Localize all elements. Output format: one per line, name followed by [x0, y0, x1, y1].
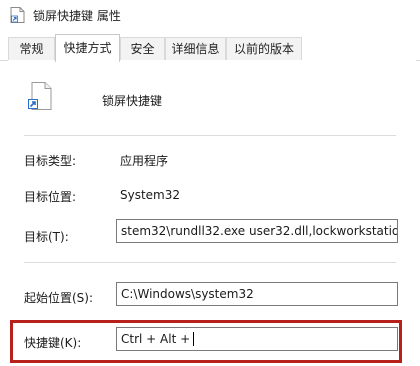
hotkey-highlight-box [10, 320, 402, 363]
start-in-input[interactable]: C:\Windows\system32 [116, 282, 398, 306]
separator [24, 135, 396, 136]
separator [24, 262, 396, 263]
shortcut-file-icon [10, 7, 25, 23]
tab-security[interactable]: 安全 [120, 37, 165, 61]
target-label: 目标(T): [24, 230, 69, 244]
target-location-value: System32 [120, 188, 181, 202]
properties-window: 锁屏快捷键 属性 常规 快捷方式 安全 详细信息 以前的版本 锁屏快捷键 目标类… [0, 0, 420, 366]
title-bar: 锁屏快捷键 属性 [0, 0, 420, 30]
target-input-value: stem32\rundll32.exe user32.dll,lockworks… [121, 224, 398, 238]
tab-shortcut[interactable]: 快捷方式 [55, 34, 120, 62]
target-location-label: 目标位置: [24, 190, 77, 204]
shortcut-name: 锁屏快捷键 [102, 94, 163, 108]
tab-details[interactable]: 详细信息 [165, 37, 226, 61]
target-input[interactable]: stem32\rundll32.exe user32.dll,lockworks… [116, 219, 398, 243]
start-in-input-value: C:\Windows\system32 [121, 287, 254, 301]
shortcut-file-icon-large [28, 82, 52, 110]
tab-previous-versions[interactable]: 以前的版本 [226, 37, 302, 61]
tab-general[interactable]: 常规 [8, 37, 55, 61]
start-in-label: 起始位置(S): [24, 291, 94, 305]
target-type-label: 目标类型: [24, 154, 77, 168]
window-title: 锁屏快捷键 属性 [33, 9, 121, 23]
tab-bar: 常规 快捷方式 安全 详细信息 以前的版本 [0, 30, 420, 62]
target-type-value: 应用程序 [120, 154, 169, 168]
